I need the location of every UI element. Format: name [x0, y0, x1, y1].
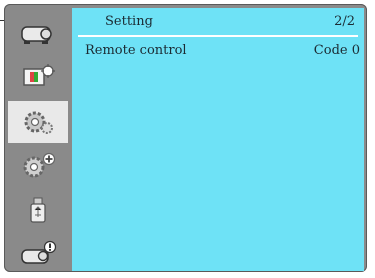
row-label: Remote control — [85, 43, 187, 58]
tab-projector[interactable] — [8, 12, 68, 54]
gear-plus-icon — [23, 152, 56, 178]
menu-row-remote-control[interactable]: Remote control Code 0 — [72, 40, 364, 60]
tab-extended-setting[interactable] — [8, 145, 68, 187]
usb-icon — [30, 197, 46, 223]
header-divider — [78, 35, 358, 37]
tab-info[interactable] — [8, 233, 68, 275]
sidebar — [8, 8, 68, 270]
gear-settings-icon — [24, 111, 53, 134]
panel-header: Setting 2/2 — [72, 8, 364, 38]
tab-usb[interactable] — [8, 189, 68, 231]
projector-icon — [21, 26, 52, 44]
projector-info-icon — [21, 240, 57, 264]
row-value: Code 0 — [313, 43, 360, 58]
page-indicator: 2/2 — [334, 14, 355, 29]
tab-image[interactable] — [8, 56, 68, 98]
image-settings-icon — [23, 64, 55, 86]
page-title: Setting — [105, 14, 153, 29]
tab-setting[interactable] — [8, 101, 68, 143]
settings-panel: Setting 2/2 Remote control Code 0 — [72, 8, 364, 271]
